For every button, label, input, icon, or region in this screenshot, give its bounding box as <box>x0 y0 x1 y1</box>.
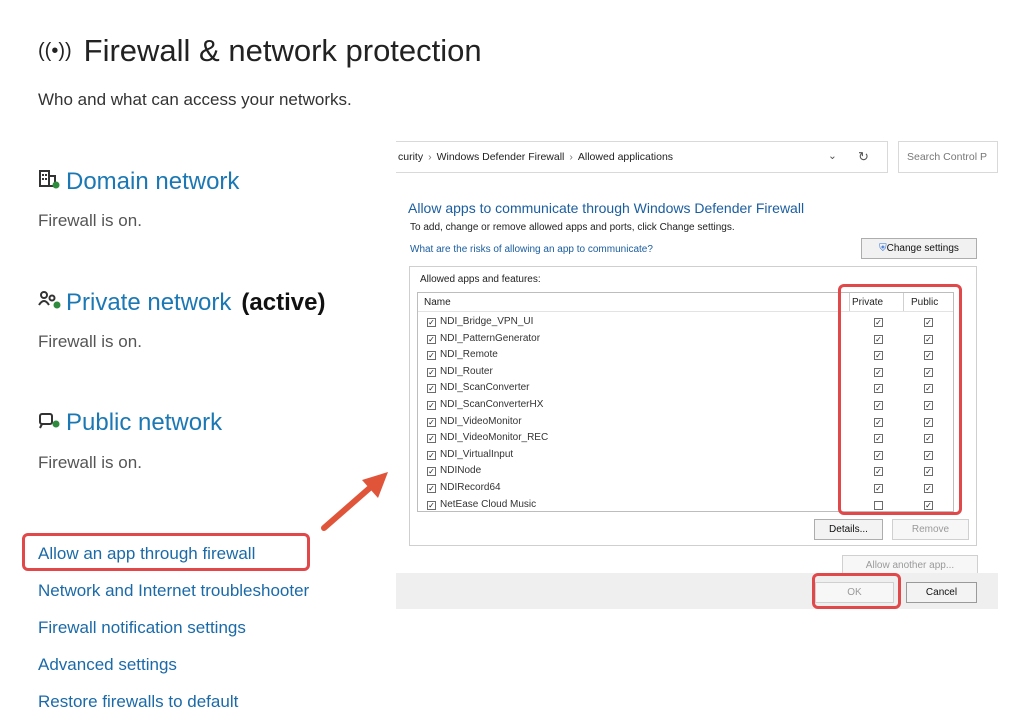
breadcrumb-security[interactable]: curity <box>398 151 423 163</box>
shield-icon: ⛨ <box>879 243 887 254</box>
dialog-instructions: To add, change or remove allowed apps an… <box>410 222 735 233</box>
breadcrumb-separator-icon: › <box>569 151 573 163</box>
app-enabled-checkbox[interactable]: ✓ <box>427 318 436 327</box>
remove-button[interactable]: Remove <box>892 519 969 540</box>
pointer-arrow-icon <box>321 472 388 531</box>
private-network-icon <box>38 290 66 315</box>
page-subtitle: Who and what can access your networks. <box>38 90 352 109</box>
domain-network-status: Firewall is on. <box>38 211 142 230</box>
app-enabled-checkbox[interactable]: ✓ <box>427 334 436 344</box>
active-label: (active) <box>241 289 326 316</box>
app-enabled-checkbox[interactable]: ✓ <box>427 384 436 394</box>
change-settings-label: Change settings <box>886 243 959 254</box>
columns-highlight <box>838 284 962 515</box>
app-enabled-checkbox[interactable]: ✓ <box>427 484 436 493</box>
app-name: NDI_ScanConverter <box>440 382 530 394</box>
app-enabled-checkbox[interactable]: ✓ <box>427 351 436 361</box>
app-enabled-checkbox[interactable]: ✓ <box>427 367 436 377</box>
app-name: NDI_ScanConverterHX <box>440 399 544 410</box>
domain-network-section[interactable]: Domain network <box>38 168 239 196</box>
private-network-link[interactable]: Private network <box>66 289 231 316</box>
breadcrumb-firewall[interactable]: Windows Defender Firewall <box>437 151 565 163</box>
ok-highlight <box>812 573 901 609</box>
app-name: NDI_VideoMonitor <box>440 415 522 427</box>
app-name: NDIRecord64 <box>440 482 501 493</box>
private-network-section[interactable]: Private network (active) <box>38 289 325 317</box>
public-network-icon <box>38 410 66 435</box>
app-name: NDI_VirtualInput <box>440 448 514 460</box>
app-enabled-checkbox[interactable]: ✓ <box>427 417 436 427</box>
allowed-apps-label: Allowed apps and features: <box>420 274 541 285</box>
refresh-icon[interactable]: ↻ <box>858 149 869 165</box>
broadcast-icon: ((•)) <box>38 40 72 62</box>
cancel-button[interactable]: Cancel <box>906 582 977 603</box>
notification-settings-link[interactable]: Firewall notification settings <box>38 618 246 638</box>
restore-defaults-link[interactable]: Restore firewalls to default <box>38 692 238 712</box>
troubleshooter-link[interactable]: Network and Internet troubleshooter <box>38 581 309 601</box>
domain-network-icon <box>38 169 66 194</box>
allow-app-highlight <box>22 533 310 571</box>
advanced-settings-link[interactable]: Advanced settings <box>38 655 177 675</box>
app-enabled-checkbox[interactable]: ✓ <box>427 500 436 510</box>
private-network-status: Firewall is on. <box>38 332 142 351</box>
app-name: NDI_Remote <box>440 349 498 361</box>
breadcrumb-allowed-apps[interactable]: Allowed applications <box>578 151 673 163</box>
breadcrumb-separator-icon: › <box>428 151 432 163</box>
address-bar[interactable]: curity › Windows Defender Firewall › Allowed… <box>396 141 888 173</box>
app-name: NDINode <box>440 465 482 477</box>
app-name: NDI_Router <box>440 365 493 377</box>
change-settings-button[interactable]: ⛨Change settings <box>861 238 977 259</box>
app-name: NDI_VideoMonitor_REC <box>440 432 549 444</box>
app-enabled-checkbox[interactable]: ✓ <box>427 434 436 444</box>
app-enabled-checkbox[interactable]: ✓ <box>427 467 436 477</box>
page-title-text: Firewall & network protection <box>83 33 482 68</box>
risks-link[interactable]: What are the risks of allowing an app to… <box>410 244 653 255</box>
app-name: NDI_Bridge_VPN_UI <box>440 316 534 327</box>
public-network-status: Firewall is on. <box>38 453 142 472</box>
domain-network-link[interactable]: Domain network <box>66 168 239 195</box>
app-enabled-checkbox[interactable]: ✓ <box>427 401 436 410</box>
dialog-heading: Allow apps to communicate through Window… <box>408 200 805 216</box>
page-title: ((•)) Firewall & network protection <box>38 33 482 69</box>
public-network-link[interactable]: Public network <box>66 409 222 436</box>
column-header-name[interactable]: Name <box>424 297 451 308</box>
details-button[interactable]: Details... <box>814 519 883 540</box>
search-input[interactable]: Search Control P <box>898 141 998 173</box>
app-name: NetEase Cloud Music <box>440 498 537 510</box>
chevron-down-icon[interactable]: ⌄ <box>828 150 837 162</box>
app-name: NDI_PatternGenerator <box>440 332 541 344</box>
app-enabled-checkbox[interactable]: ✓ <box>427 450 436 460</box>
public-network-section[interactable]: Public network <box>38 409 222 437</box>
